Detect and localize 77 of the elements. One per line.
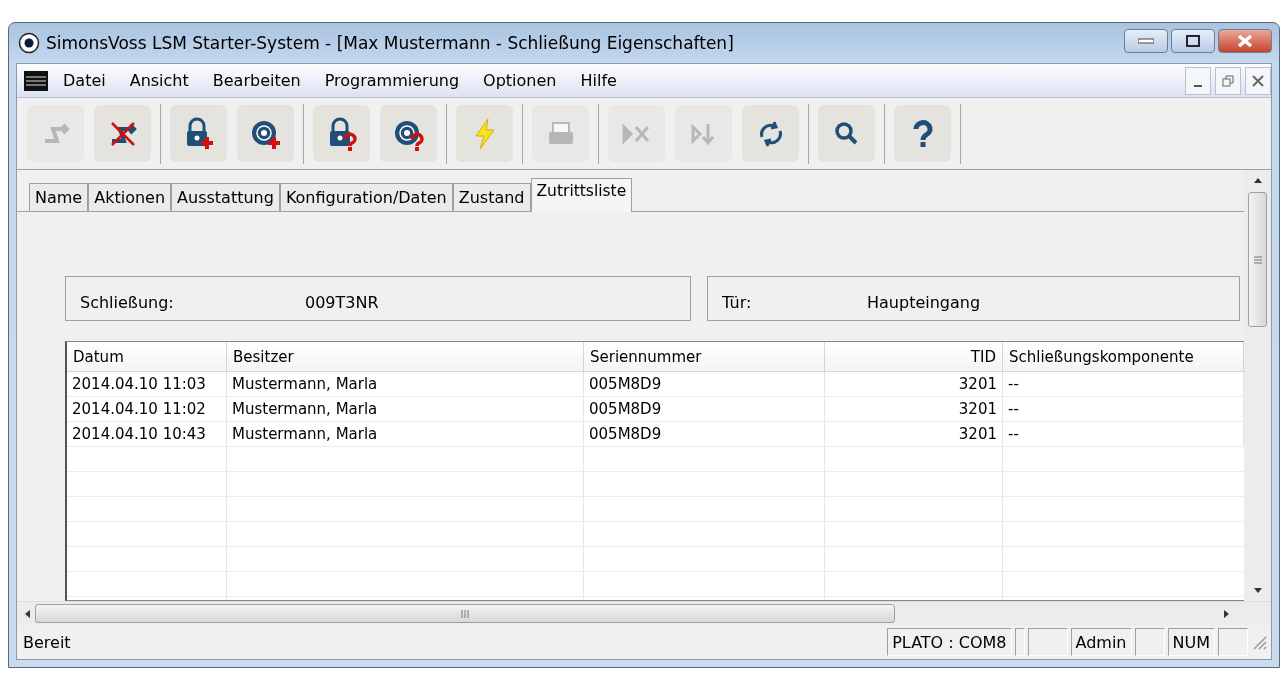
field-value: 009T3NR — [305, 293, 379, 312]
column-header[interactable]: Datum — [67, 342, 227, 372]
field-label: Schließung: — [80, 293, 175, 312]
table-cell: 005M8D9 — [584, 372, 825, 397]
status-pane: NUM — [1167, 628, 1215, 656]
window-title: SimonsVoss LSM Starter-System - [Max Mustermann - Schließung Eigenschaften] — [46, 33, 735, 53]
grip-icon — [1252, 254, 1263, 265]
table-cell: 3201 — [825, 372, 1003, 397]
minimize-button[interactable] — [1124, 29, 1168, 53]
table-cell: -- — [1003, 372, 1244, 397]
table-cell: -- — [1003, 422, 1244, 447]
menu-item[interactable]: Ansicht — [119, 71, 199, 90]
tab[interactable]: Aktionen — [88, 183, 172, 211]
table-cell: 2014.04.10 11:02 — [67, 397, 227, 422]
maximize-icon — [1186, 35, 1200, 47]
restore-icon — [1222, 74, 1234, 87]
scroll-down-icon[interactable] — [1252, 587, 1263, 595]
table-cell: Mustermann, Marla — [227, 372, 584, 397]
document-icon[interactable] — [23, 69, 49, 92]
tab[interactable]: Zustand — [452, 183, 531, 211]
toolbar-button[interactable] — [237, 105, 294, 162]
status-pane — [1134, 628, 1165, 656]
table-cell: 3201 — [825, 422, 1003, 447]
close-icon — [1237, 34, 1253, 48]
grip-icon — [460, 608, 470, 619]
tab[interactable]: Name — [29, 183, 89, 211]
table-cell: Mustermann, Marla — [227, 422, 584, 447]
scroll-thumb[interactable] — [1248, 192, 1267, 327]
close-button[interactable] — [1245, 66, 1271, 95]
scroll-left-icon[interactable] — [23, 608, 31, 619]
status-pane: PLATO : COM8 — [887, 628, 1012, 656]
table-cell: -- — [1003, 397, 1244, 422]
close-icon — [1252, 74, 1264, 87]
toolbar-button[interactable] — [313, 105, 370, 162]
vertical-scrollbar[interactable] — [1244, 170, 1271, 601]
resize-grip-icon[interactable] — [1251, 634, 1267, 650]
table-cell: 005M8D9 — [584, 422, 825, 447]
app-logo-icon — [18, 32, 40, 54]
minimize-icon — [1138, 38, 1154, 44]
scroll-right-icon[interactable] — [1223, 608, 1231, 619]
menu-item[interactable]: Bearbeiten — [202, 71, 311, 90]
table-cell: 2014.04.10 11:03 — [67, 372, 227, 397]
field-label: Tür: — [722, 293, 753, 312]
toolbar-button[interactable] — [170, 105, 227, 162]
column-header[interactable]: Seriennummer — [584, 342, 825, 372]
table-cell: 005M8D9 — [584, 397, 825, 422]
toolbar-button[interactable] — [742, 105, 799, 162]
horizontal-scrollbar[interactable] — [17, 601, 1271, 625]
menu-item[interactable]: Optionen — [473, 71, 567, 90]
menu-item[interactable]: Hilfe — [570, 71, 627, 90]
menu-item[interactable]: Datei — [53, 71, 116, 90]
field-value: Haupteingang — [867, 293, 981, 312]
status-pane — [1218, 628, 1248, 656]
status-pane: Admin — [1070, 628, 1132, 656]
toolbar-button[interactable] — [380, 105, 437, 162]
column-header[interactable]: Schließungskomponente — [1003, 342, 1244, 372]
scroll-thumb[interactable] — [35, 604, 895, 623]
table-cell: 2014.04.10 10:43 — [67, 422, 227, 447]
tab[interactable]: Ausstattung — [171, 183, 280, 211]
tab[interactable]: Konfiguration/Daten — [279, 183, 453, 211]
minimize-icon — [1194, 84, 1202, 87]
maximize-button[interactable] — [1171, 29, 1215, 53]
table-cell: Mustermann, Marla — [227, 397, 584, 422]
minimize-button[interactable] — [1185, 66, 1211, 95]
tab[interactable]: Zutrittsliste — [530, 178, 633, 212]
menu-item[interactable]: Programmierung — [314, 71, 470, 90]
scroll-up-icon[interactable] — [1252, 176, 1263, 184]
toolbar-button[interactable] — [894, 105, 951, 162]
status-pane — [1027, 628, 1068, 656]
table-cell: 3201 — [825, 397, 1003, 422]
status-text: Bereit — [23, 632, 72, 652]
toolbar-button[interactable] — [94, 105, 151, 162]
column-header[interactable]: TID — [825, 342, 1003, 372]
toolbar-button[interactable] — [818, 105, 875, 162]
close-button[interactable] — [1218, 29, 1272, 53]
column-header[interactable]: Besitzer — [227, 342, 584, 372]
status-pane — [1014, 628, 1025, 656]
